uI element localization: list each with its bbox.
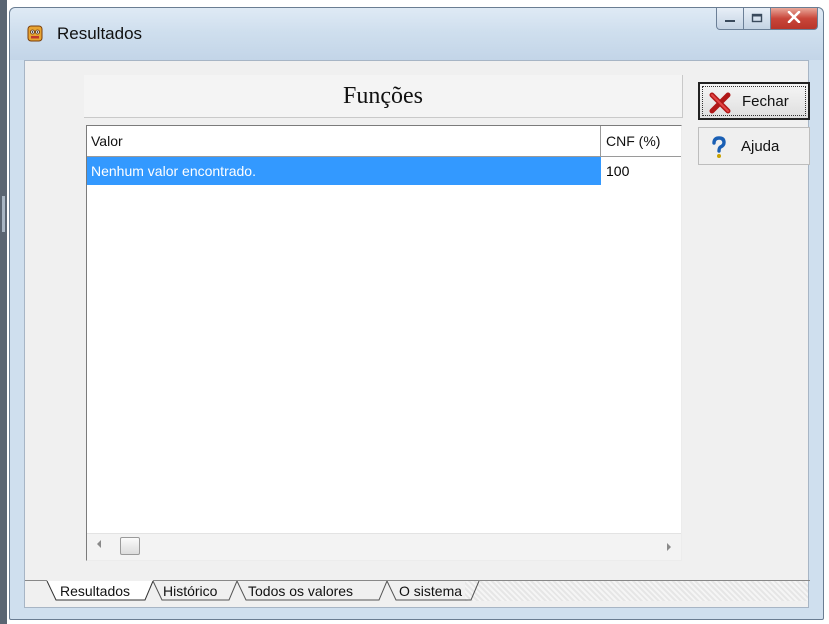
column-header-valor[interactable]: Valor — [87, 126, 601, 156]
results-grid[interactable]: Valor CNF (%) Nenhum valor encontrado. 1… — [86, 125, 682, 561]
minimize-icon — [724, 10, 736, 28]
window-controls — [716, 8, 818, 30]
maximize-button[interactable] — [744, 8, 771, 30]
window-close-button[interactable] — [771, 8, 818, 30]
cell-valor[interactable]: Nenhum valor encontrado. — [87, 157, 601, 185]
window-title: Resultados — [57, 24, 143, 43]
fechar-label: Fechar — [742, 93, 789, 110]
background-window-edge — [0, 0, 7, 624]
red-x-icon — [709, 92, 731, 114]
client-area: Funções Valor CNF (%) Nenhum valor encon… — [24, 60, 810, 608]
tab-todos-os-valores[interactable]: Todos os valores — [248, 581, 353, 601]
page-title: Funções — [343, 82, 423, 109]
ajuda-label: Ajuda — [741, 138, 780, 155]
horizontal-scrollbar[interactable] — [87, 533, 681, 560]
tab-resultados[interactable]: Resultados — [60, 581, 130, 601]
grid-header: Valor CNF (%) — [87, 126, 681, 157]
scroll-thumb[interactable] — [120, 537, 140, 555]
close-icon — [787, 10, 801, 28]
column-header-cnf[interactable]: CNF (%) — [601, 126, 681, 156]
blue-question-icon — [708, 136, 730, 158]
app-face-icon — [26, 25, 44, 43]
tab-o-sistema[interactable]: O sistema — [399, 581, 462, 601]
results-window: Resultados Funções Valor CNF (%) Nenhum … — [9, 7, 824, 620]
maximize-icon — [751, 10, 763, 28]
scroll-right-icon[interactable] — [667, 543, 671, 551]
ajuda-button[interactable]: Ajuda — [698, 127, 810, 165]
tab-historico[interactable]: Histórico — [163, 581, 217, 601]
title-bar[interactable]: Resultados — [10, 8, 823, 60]
scroll-left-icon[interactable] — [97, 540, 101, 548]
table-row[interactable]: Nenhum valor encontrado. 100 — [87, 157, 681, 185]
minimize-button[interactable] — [716, 8, 744, 30]
tab-bar: Resultados Histórico Todos os valores O … — [25, 579, 810, 605]
cell-cnf[interactable]: 100 — [602, 157, 681, 185]
header-panel: Funções — [84, 75, 683, 118]
fechar-button[interactable]: Fechar — [698, 82, 810, 120]
